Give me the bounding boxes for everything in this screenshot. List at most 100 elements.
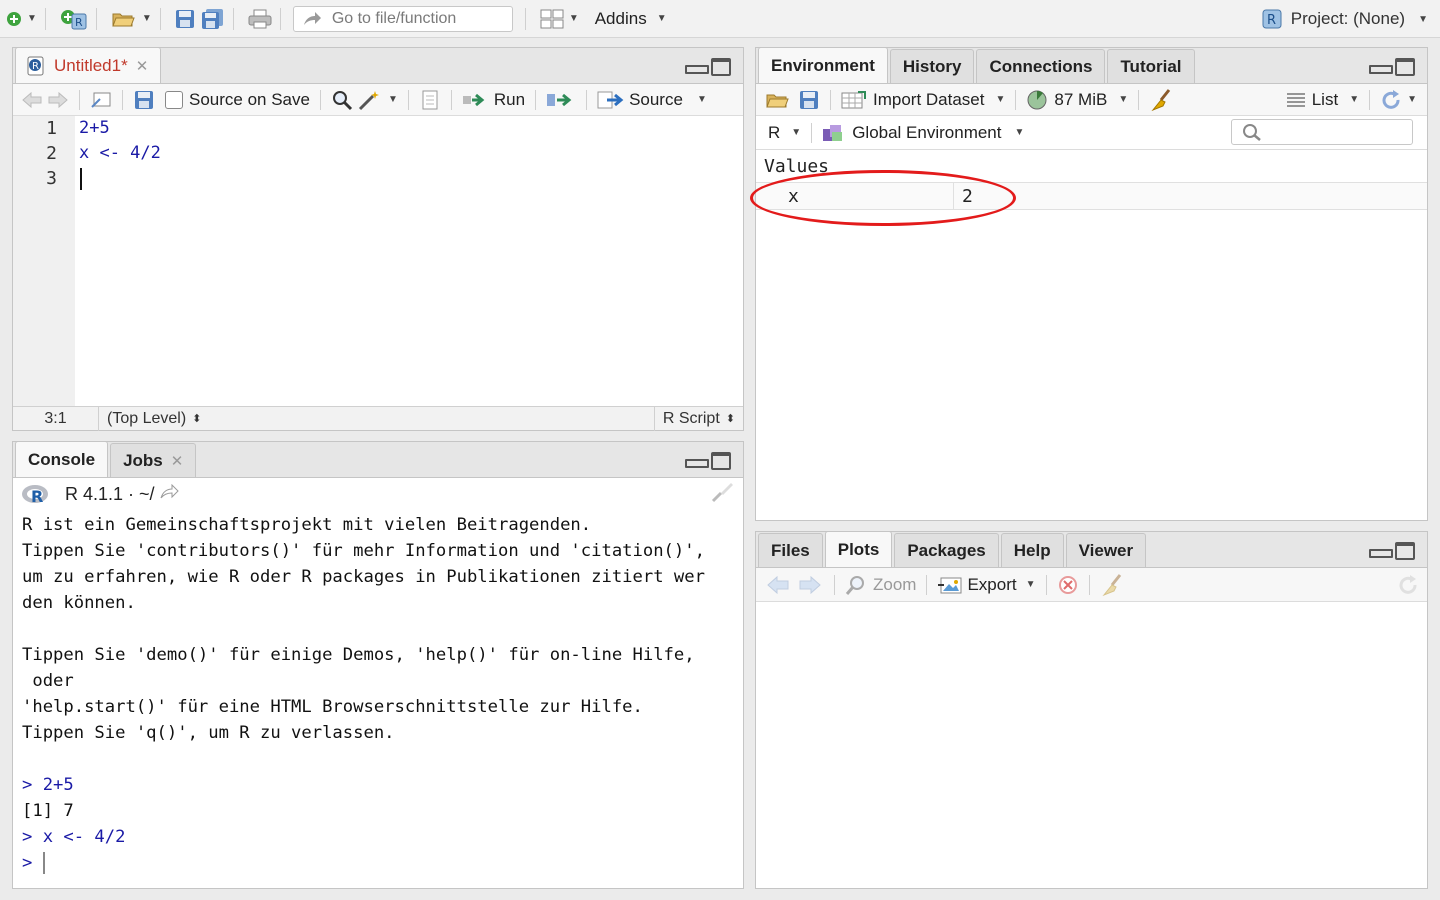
chevron-down-icon: ▼	[27, 13, 37, 24]
save-icon	[175, 9, 194, 28]
refresh-icon[interactable]	[1397, 574, 1419, 596]
view-mode-label: List	[1311, 89, 1339, 109]
language-selector[interactable]: R ▼	[768, 123, 801, 143]
close-tab-icon[interactable]: ✕	[171, 452, 184, 470]
magic-wand-icon[interactable]	[357, 89, 379, 111]
new-project-button[interactable]: R	[60, 5, 88, 33]
scope-selector[interactable]: (Top Level) ⬍	[107, 410, 201, 428]
chevron-down-icon: ▼	[1349, 94, 1360, 105]
chevron-down-icon: ▼	[995, 94, 1006, 105]
svg-text:R: R	[75, 16, 83, 29]
console-output[interactable]: R ist ein Gemeinschaftsprojekt mit viele…	[22, 512, 705, 876]
goto-directory-icon[interactable]	[159, 483, 181, 505]
view-mode-button[interactable]: List ▼	[1286, 90, 1359, 110]
project-label: Project: (None)	[1290, 9, 1406, 28]
source-on-save-label: Source on Save	[189, 89, 310, 109]
tab-environment[interactable]: Environment	[758, 47, 888, 83]
minimize-pane-icon[interactable]	[685, 452, 709, 470]
console-cursor	[43, 852, 45, 874]
chevron-down-icon: ▼	[1025, 579, 1036, 590]
pane-layout-button[interactable]: ▼	[540, 5, 579, 33]
search-icon[interactable]	[331, 89, 353, 111]
console-input-line: > 2+5	[22, 775, 74, 795]
code-editor[interactable]: 2+5 x <- 4/2	[75, 116, 743, 406]
tab-files[interactable]: Files	[758, 533, 823, 567]
close-tab-icon[interactable]: ✕	[136, 57, 149, 75]
tab-console[interactable]: Console	[15, 441, 109, 477]
maximize-pane-icon[interactable]	[1395, 58, 1415, 76]
chevron-down-icon[interactable]: ▼	[697, 94, 707, 105]
export-button[interactable]: Export ▼	[937, 575, 1036, 595]
open-file-button[interactable]: ▼	[111, 5, 152, 33]
save-icon[interactable]	[133, 89, 155, 111]
maximize-pane-icon[interactable]	[711, 58, 731, 76]
maximize-pane-icon[interactable]	[711, 452, 731, 470]
save-icon[interactable]	[798, 89, 820, 111]
minimize-pane-icon[interactable]	[1369, 58, 1393, 76]
environment-scope-selector[interactable]: Global Environment ▼	[822, 123, 1024, 143]
import-dataset-label: Import Dataset	[873, 89, 985, 109]
broom-icon[interactable]	[1149, 88, 1171, 111]
source-button[interactable]: Source	[597, 90, 683, 110]
console-output-line: den können.	[22, 593, 136, 613]
rerun-icon[interactable]	[546, 89, 576, 111]
run-arrow-icon	[462, 93, 485, 106]
tab-jobs[interactable]: Jobs ✕	[110, 443, 197, 477]
save-all-icon	[201, 8, 223, 29]
tab-connections[interactable]: Connections	[976, 49, 1106, 83]
checkbox-icon	[165, 90, 183, 109]
table-icon	[841, 90, 866, 108]
console-tabstrip: Console Jobs ✕	[13, 441, 743, 478]
tab-tutorial[interactable]: Tutorial	[1107, 49, 1195, 83]
tab-packages[interactable]: Packages	[894, 533, 999, 567]
tab-history[interactable]: History	[889, 49, 975, 83]
environment-search-input[interactable]	[1231, 119, 1413, 145]
source-on-save-checkbox[interactable]: Source on Save	[165, 90, 310, 110]
editor-statusbar: 3:1 (Top Level) ⬍ R Script ⬍	[13, 406, 743, 431]
next-plot-icon[interactable]	[796, 574, 824, 596]
grid-icon	[540, 9, 564, 28]
chevron-down-icon: ▼	[1418, 13, 1428, 25]
import-dataset-button[interactable]: Import Dataset ▼	[841, 90, 1005, 110]
new-file-button[interactable]: ▼	[6, 5, 37, 33]
minimize-pane-icon[interactable]	[685, 58, 709, 76]
file-type-selector[interactable]: R Script ⬍	[653, 406, 743, 431]
refresh-button[interactable]: ▼	[1380, 89, 1417, 111]
back-arrow-icon[interactable]	[21, 89, 43, 111]
tab-help[interactable]: Help	[1000, 533, 1064, 567]
broom-icon[interactable]	[1100, 573, 1122, 596]
goto-file-function-input[interactable]: Go to file/function	[292, 5, 513, 32]
console-input-line: > x <- 4/2	[22, 827, 126, 847]
show-in-window-icon[interactable]	[90, 89, 112, 111]
addins-menu[interactable]: Addins ▼	[595, 9, 667, 29]
project-menu[interactable]: R Project: (None) ▼	[1261, 0, 1428, 38]
new-project-icon: R	[60, 9, 87, 29]
chevron-down-icon[interactable]: ▼	[388, 94, 398, 105]
previous-plot-icon[interactable]	[764, 574, 792, 596]
remove-plot-icon[interactable]	[1057, 574, 1079, 596]
load-workspace-icon[interactable]	[764, 89, 794, 111]
chevron-down-icon: ▼	[791, 127, 802, 138]
memory-usage-button[interactable]: 87 MiB ▼	[1026, 89, 1128, 111]
maximize-pane-icon[interactable]	[1395, 542, 1415, 560]
export-icon	[938, 577, 962, 593]
save-all-button[interactable]	[201, 5, 225, 33]
print-button[interactable]	[248, 5, 272, 33]
compile-report-icon[interactable]	[419, 89, 441, 111]
zoom-button[interactable]: Zoom	[845, 574, 916, 596]
tab-label: Console	[28, 449, 96, 469]
console-output-line: Tippen Sie 'q()', um R zu verlassen.	[22, 723, 395, 743]
run-button[interactable]: Run	[462, 90, 525, 110]
tab-viewer[interactable]: Viewer	[1065, 533, 1147, 567]
env-tabstrip: Environment History Connections Tutorial	[756, 47, 1427, 84]
save-button[interactable]	[175, 5, 195, 33]
minimize-pane-icon[interactable]	[1369, 542, 1393, 560]
forward-arrow-icon[interactable]	[47, 89, 69, 111]
list-icon	[1286, 92, 1305, 107]
console-output-line: R ist ein Gemeinschaftsprojekt mit viele…	[22, 515, 592, 535]
goto-placeholder: Go to file/function	[331, 9, 457, 27]
clear-console-icon[interactable]	[709, 481, 735, 508]
tab-plots[interactable]: Plots	[824, 531, 893, 567]
tab-untitled1[interactable]: R Untitled1* ✕	[15, 47, 162, 83]
line-number-gutter: 1 2 3	[13, 116, 75, 406]
